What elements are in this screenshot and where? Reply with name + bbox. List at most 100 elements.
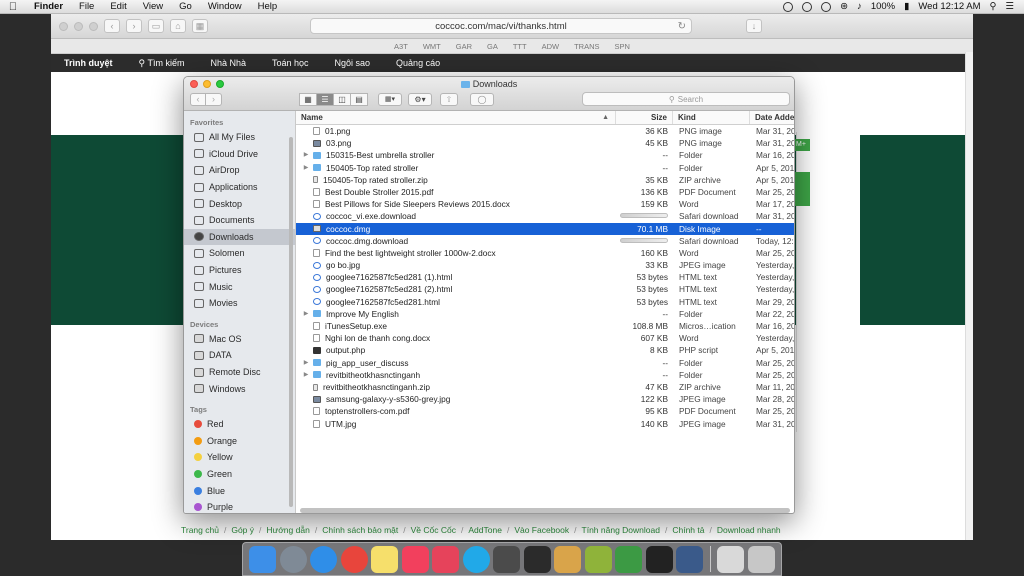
footer-link[interactable]: Vào Facebook	[514, 525, 569, 535]
file-row[interactable]: ▶ 150315-Best umbrella stroller -- Folder Ma…	[296, 149, 794, 161]
menu-view[interactable]: View	[135, 1, 171, 12]
column-kind[interactable]: Kind	[673, 111, 750, 124]
menu-help[interactable]: Help	[250, 1, 286, 12]
file-row[interactable]: coccoc_vi.exe.download Safari download Mar…	[296, 210, 794, 222]
file-row[interactable]: ▶ Improve My English -- Folder Mar 22, 20	[296, 308, 794, 320]
file-row[interactable]: coccoc.dmg.download Safari download Today,…	[296, 235, 794, 247]
file-row[interactable]: 01.png 36 KB PNG image Mar 31, 20	[296, 125, 794, 137]
sidebar-tag-blue[interactable]: Blue	[184, 482, 295, 499]
sidebar-item-desktop[interactable]: Desktop	[184, 195, 295, 212]
cover-flow-button[interactable]: ▤	[350, 93, 368, 106]
footer-link[interactable]: Hướng dẫn	[266, 525, 309, 535]
apple-icon[interactable]: 	[0, 1, 26, 13]
sidebar-tag-green[interactable]: Green	[184, 466, 295, 483]
skype-icon[interactable]	[462, 545, 490, 573]
bookmark-item[interactable]: GA	[487, 42, 498, 51]
sidebar-item-movies[interactable]: Movies	[184, 295, 295, 312]
file-row[interactable]: ▶ 150405-Top rated stroller -- Folder Apr 5,…	[296, 162, 794, 174]
file-row[interactable]: output.php 8 KB PHP script Apr 5, 201	[296, 344, 794, 356]
quicktime-icon[interactable]	[676, 545, 703, 573]
file-row[interactable]: toptenstrollers-com.pdf 95 KB PDF Document…	[296, 405, 794, 417]
evernote-icon[interactable]	[615, 545, 642, 573]
column-date-added[interactable]: Date Added	[750, 111, 794, 124]
volume-icon[interactable]: ♪	[857, 1, 862, 12]
lips-icon[interactable]	[432, 545, 459, 573]
file-row[interactable]: Best Double Stroller 2015.pdf 136 KB PDF D…	[296, 186, 794, 198]
finder-forward-button[interactable]: ›	[206, 93, 222, 106]
sidebar-item-mac-os[interactable]: Mac OS	[184, 331, 295, 348]
trash-icon[interactable]	[747, 545, 775, 573]
disclosure-triangle-icon[interactable]: ▶	[302, 162, 310, 174]
file-row[interactable]: 150405-Top rated stroller.zip 35 KB ZIP ar…	[296, 174, 794, 186]
file-row[interactable]: googlee7162587fc5ed281 (1).html 53 bytes H…	[296, 271, 794, 283]
sidebar-item-documents[interactable]: Documents	[184, 212, 295, 229]
notes-icon[interactable]	[371, 545, 398, 573]
itunes-icon[interactable]	[401, 545, 429, 573]
sidebar-item-data[interactable]: DATA	[184, 347, 295, 364]
horizontal-scrollbar[interactable]	[300, 508, 790, 513]
bookmark-item[interactable]: SPN	[615, 42, 630, 51]
sidebar-item-solomen[interactable]: Solomen	[184, 245, 295, 262]
sidebar-tag-purple[interactable]: Purple	[184, 499, 295, 513]
nav-ngoi-sao[interactable]: Ngôi sao	[335, 58, 371, 68]
finder-back-button[interactable]: ‹	[190, 93, 206, 106]
footer-link[interactable]: Chính tả	[672, 525, 704, 535]
file-row[interactable]: Find the best lightweight stroller 1000w…	[296, 247, 794, 259]
download-icon[interactable]: ↓	[746, 19, 762, 33]
sidebar-item-downloads[interactable]: Downloads	[184, 228, 295, 246]
safari-icon[interactable]	[310, 545, 337, 573]
file-row[interactable]: go bo.jpg 33 KB JPEG image Yesterday,	[296, 259, 794, 271]
reading-list-icon[interactable]: ▦	[192, 19, 208, 33]
sidebar-item-airdrop[interactable]: AirDrop	[184, 162, 295, 179]
footer-link[interactable]: Về Cốc Cốc	[411, 525, 456, 535]
file-row[interactable]: UTM.jpg 140 KB JPEG image Mar 31, 20	[296, 418, 794, 430]
footer-link[interactable]: AddTone	[468, 525, 502, 535]
nav-toan-hoc[interactable]: Toán học	[272, 58, 309, 68]
launchpad-icon[interactable]	[279, 545, 307, 573]
nav-nha-nha[interactable]: Nhà Nhà	[210, 58, 246, 68]
plugin-icon[interactable]	[523, 545, 551, 573]
list-view-button[interactable]: ☰	[316, 93, 334, 106]
close-button[interactable]	[59, 21, 68, 31]
reload-icon[interactable]: ↻	[678, 21, 686, 32]
disclosure-triangle-icon[interactable]: ▶	[302, 149, 310, 161]
footer-link[interactable]: Download nhanh	[717, 525, 781, 535]
arrange-button[interactable]: ▦▾	[378, 93, 402, 106]
bookmark-item[interactable]: A3T	[394, 42, 408, 51]
sidebar-item-all-my-files[interactable]: All My Files	[184, 129, 295, 146]
coccoc-icon[interactable]	[584, 545, 612, 573]
footer-link[interactable]: Tính năng Download	[582, 525, 660, 535]
home-icon[interactable]: ⌂	[170, 19, 186, 33]
file-row[interactable]: coccoc.dmg 70.1 MB Disk Image --	[296, 222, 794, 235]
sidebar-item-icloud-drive[interactable]: iCloud Drive	[184, 146, 295, 163]
menu-window[interactable]: Window	[200, 1, 250, 12]
action-gear-icon[interactable]: ⚙▾	[408, 93, 432, 106]
file-row[interactable]: googlee7162587fc5ed281.html 53 bytes HTML …	[296, 296, 794, 308]
footer-link[interactable]: Chính sách bảo mật	[322, 525, 398, 535]
menu-app-name[interactable]: Finder	[26, 1, 71, 12]
menu-go[interactable]: Go	[171, 1, 200, 12]
footer-link[interactable]: Góp ý	[231, 525, 254, 535]
column-size[interactable]: Size	[616, 111, 673, 124]
notification-center-icon[interactable]: ☰	[1005, 1, 1014, 12]
disclosure-triangle-icon[interactable]: ▶	[302, 357, 310, 369]
sidebar-item-remote-disc[interactable]: Remote Disc	[184, 364, 295, 381]
file-row[interactable]: Nghi lon de thanh cong.docx 607 KB Word Yes…	[296, 332, 794, 344]
bookmark-item[interactable]: GAR	[456, 42, 472, 51]
nav-quang-cao[interactable]: Quảng cáo	[396, 58, 440, 68]
finder-icon[interactable]	[249, 545, 276, 573]
clock[interactable]: Wed 12:12 AM	[918, 1, 980, 12]
wifi-icon[interactable]: ⊛	[840, 1, 848, 12]
page-scrollbar[interactable]	[965, 52, 973, 540]
zoom-button[interactable]	[89, 21, 98, 31]
chrome-icon[interactable]	[340, 545, 368, 573]
footer-link[interactable]: Trang chủ	[181, 525, 219, 535]
bookmark-item[interactable]: WMT	[423, 42, 441, 51]
finder-search-field[interactable]: ⚲ Search	[582, 92, 790, 106]
file-row[interactable]: googlee7162587fc5ed281 (2).html 53 bytes H…	[296, 283, 794, 295]
file-row[interactable]: ▶ revitbitheotkhasnctinganh -- Folder Mar 25…	[296, 369, 794, 381]
address-bar[interactable]: coccoc.com/mac/vi/thanks.html ↻	[310, 18, 692, 34]
forward-button[interactable]: ›	[126, 19, 142, 33]
sidebar-tag-red[interactable]: Red	[184, 416, 295, 433]
sidebar-toggle-icon[interactable]: ▭	[148, 19, 164, 33]
